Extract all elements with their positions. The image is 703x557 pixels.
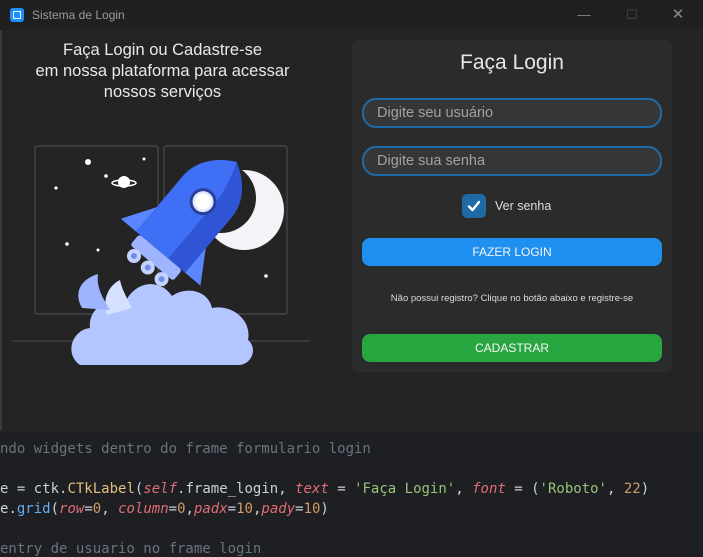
checkmark-icon — [467, 200, 481, 212]
username-input[interactable] — [364, 100, 660, 126]
star — [54, 186, 58, 190]
headline-line-2: em nossa plataforma para acessar — [35, 62, 290, 80]
code-token: = — [328, 481, 355, 497]
code-token: 'Faça Login' — [354, 481, 456, 497]
code-token: .frame_login, — [177, 481, 296, 497]
login-title: Faça Login — [460, 51, 564, 74]
code-token: row — [59, 501, 85, 517]
code-token: , — [185, 501, 194, 517]
title-bar[interactable]: Sistema de Login — ☐ ✕ — [0, 0, 703, 30]
login-panel: Faça Login Ver senha FAZER LOGIN Não pos… — [352, 40, 672, 372]
headline: Faça Login ou Cadastre-se em nossa plata… — [10, 40, 315, 103]
register-note: Não possui registro? Clique no botão aba… — [390, 293, 634, 304]
code-token: self — [143, 481, 178, 497]
code-editor-background: ndo widgets dentro do frame formulario l… — [0, 432, 703, 557]
rocket-launch-illustration — [12, 145, 310, 365]
code-token: . — [8, 501, 17, 517]
star — [85, 159, 91, 165]
code-token: CTkLabel — [67, 481, 135, 497]
code-token: ctk — [33, 481, 60, 497]
show-password-checkbox[interactable] — [462, 194, 486, 218]
smoke-cloud — [71, 274, 253, 365]
code-token: , — [606, 481, 624, 497]
close-button[interactable]: ✕ — [666, 4, 690, 26]
code-token: ) — [640, 481, 650, 497]
code-token: 22 — [623, 481, 641, 497]
code-line-1: ndo widgets dentro do frame formulario l… — [0, 441, 371, 457]
code-token: = — [168, 501, 178, 517]
code-token: padx — [193, 501, 228, 517]
code-token: grid — [16, 501, 51, 517]
code-token: = — [227, 501, 237, 517]
star — [65, 242, 69, 246]
planet-icon — [111, 176, 137, 188]
password-field[interactable] — [362, 146, 662, 176]
code-token: 10 — [303, 501, 321, 517]
star — [104, 174, 108, 178]
code-token: pady — [261, 501, 296, 517]
login-window: Sistema de Login — ☐ ✕ Faça Login ou Cad… — [0, 0, 703, 432]
code-token: 0 — [177, 501, 186, 517]
window-left-border — [0, 30, 2, 430]
code-line-3: e.grid(row=0, column=0,padx=10,pady=10) — [0, 501, 329, 517]
code-token: 0 — [92, 501, 102, 517]
show-password-toggle[interactable]: Ver senha — [462, 194, 551, 218]
code-token: 10 — [236, 501, 253, 517]
maximize-button[interactable]: ☐ — [620, 4, 644, 26]
minimize-button[interactable]: — — [572, 4, 596, 26]
code-token: font — [472, 481, 506, 497]
code-token: , — [455, 481, 473, 497]
show-password-label[interactable]: Ver senha — [495, 199, 551, 213]
app-icon — [10, 8, 24, 22]
code-token: ( — [50, 501, 60, 517]
code-line-2: e = ctk.CTkLabel(self.frame_login, text … — [0, 481, 649, 497]
star — [264, 274, 268, 278]
username-field[interactable] — [362, 98, 662, 128]
code-token: ) — [320, 501, 329, 517]
register-button[interactable]: CADASTRAR — [362, 334, 662, 362]
login-button[interactable]: FAZER LOGIN — [362, 238, 662, 266]
code-line-4: entry de usuario no frame login — [0, 541, 262, 557]
star — [96, 248, 100, 252]
code-token: 'Roboto' — [539, 481, 607, 497]
headline-line-1: Faça Login ou Cadastre-se — [62, 41, 263, 59]
code-token: = — [295, 501, 304, 517]
code-token: = — [84, 501, 93, 517]
code-token: , — [101, 501, 119, 517]
window-title: Sistema de Login — [32, 8, 125, 22]
code-token: column — [118, 501, 169, 517]
code-token: = ( — [505, 481, 540, 497]
star — [142, 157, 146, 161]
headline-line-3: nossos serviços — [103, 83, 222, 101]
code-token: e = — [0, 481, 34, 497]
password-input[interactable] — [364, 148, 660, 174]
code-token: text — [295, 481, 329, 497]
